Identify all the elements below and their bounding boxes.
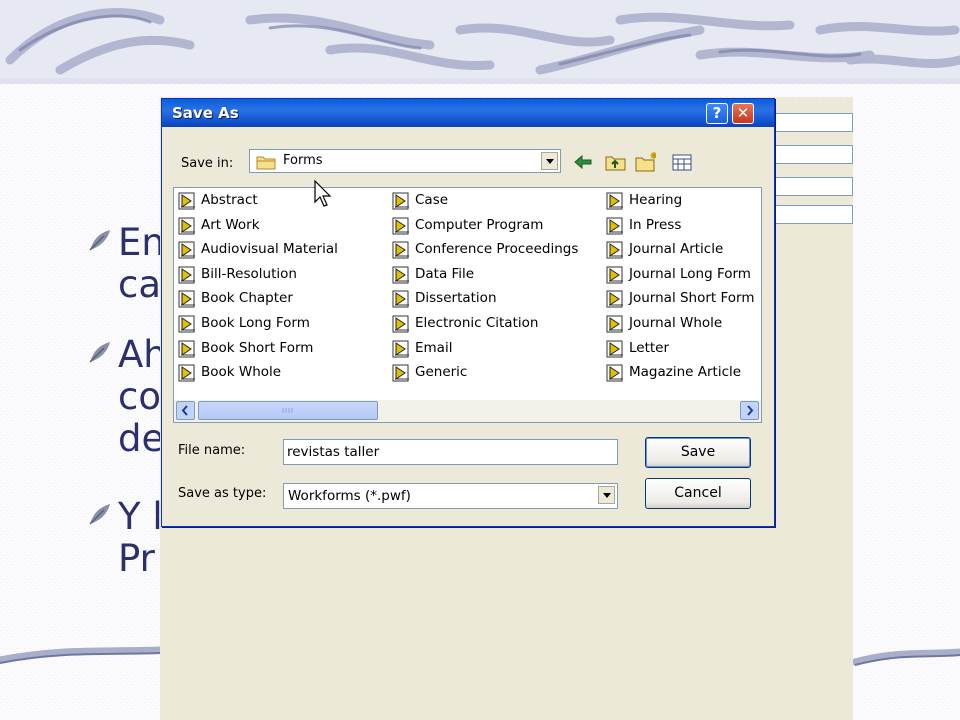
form-file-icon: [606, 217, 623, 235]
form-file-icon: [178, 192, 195, 210]
file-item-label: Letter: [629, 339, 670, 356]
file-item-label: Book Whole: [201, 364, 282, 381]
chevron-down-icon[interactable]: [598, 486, 615, 504]
file-item-label: Book Short Form: [201, 339, 314, 356]
form-file-icon: [392, 192, 409, 210]
file-item-label: Audiovisual Material: [201, 241, 338, 258]
cancel-button[interactable]: Cancel: [645, 478, 751, 509]
file-list[interactable]: Abstract Art Work Audiovisual Material Bill…: [173, 187, 762, 423]
file-name-input[interactable]: revistas taller: [283, 439, 618, 465]
save-as-dialog: Save As ? ✕ Save in: Forms Abstract Art W…: [161, 98, 775, 527]
file-name-label: File name:: [178, 443, 246, 458]
form-file-icon: [178, 266, 195, 284]
save-in-dropdown[interactable]: Forms: [249, 149, 561, 173]
file-item-label: Conference Proceedings: [415, 241, 579, 258]
file-item-label: Email: [415, 339, 453, 356]
folder-icon: [256, 156, 276, 170]
leaf-bullet-icon: [89, 230, 110, 251]
form-file-icon: [392, 290, 409, 308]
save-as-type-dropdown[interactable]: Workforms (*.pwf): [283, 483, 618, 509]
bullet-text: En ca: [118, 221, 165, 306]
view-menu-icon[interactable]: [671, 151, 693, 173]
form-file-icon: [392, 340, 409, 358]
help-button[interactable]: ?: [706, 103, 728, 124]
file-item-label: Magazine Article: [629, 364, 742, 381]
scroll-right-button[interactable]: [740, 401, 759, 420]
leaf-bullet-icon: [89, 504, 110, 525]
chevron-down-icon[interactable]: [541, 152, 558, 170]
close-button[interactable]: ✕: [732, 103, 754, 124]
form-file-icon: [606, 340, 623, 358]
form-file-icon: [392, 217, 409, 235]
up-folder-icon[interactable]: [604, 151, 626, 173]
form-file-icon: [606, 315, 623, 333]
file-item-label: Data File: [415, 265, 475, 282]
file-item-label: Journal Long Form: [629, 265, 751, 282]
form-file-icon: [606, 241, 623, 259]
horizontal-scrollbar[interactable]: [174, 400, 761, 422]
file-item-label: Case: [415, 192, 449, 208]
file-item-label: Dissertation: [415, 290, 497, 307]
form-file-icon: [178, 241, 195, 259]
file-item-label: Journal Article: [629, 241, 724, 258]
file-item-label: Journal Whole: [629, 315, 723, 331]
form-file-icon: [178, 217, 195, 235]
save-as-type-label: Save as type:: [178, 486, 267, 501]
file-item-label: Computer Program: [415, 216, 544, 233]
title-bar[interactable]: Save As ? ✕: [162, 99, 774, 127]
grip-icon: [282, 408, 293, 413]
form-file-icon: [392, 315, 409, 333]
save-as-type-value: Workforms (*.pwf): [288, 488, 411, 504]
back-icon[interactable]: [572, 151, 594, 173]
chevron-left-icon: [181, 405, 188, 416]
file-item-label: Journal Short Form: [629, 290, 755, 307]
save-button[interactable]: Save: [645, 437, 751, 468]
file-item-label: Art Work: [201, 216, 260, 233]
dialog-title: Save As: [172, 104, 239, 122]
new-folder-icon[interactable]: [634, 151, 656, 173]
file-item-label: Electronic Citation: [415, 315, 539, 331]
file-item-label: In Press: [629, 216, 682, 233]
file-item-label: Hearing: [629, 192, 683, 208]
leaf-bullet-icon: [89, 342, 110, 363]
form-file-icon: [178, 364, 195, 382]
chevron-right-icon: [747, 405, 754, 416]
bullet-text: Y l Pr: [118, 495, 163, 580]
file-item-label: Book Long Form: [201, 315, 310, 331]
file-item-label: Book Chapter: [201, 290, 293, 307]
mouse-cursor-icon: [314, 180, 332, 207]
save-in-label: Save in:: [181, 156, 234, 171]
background-fields: [773, 113, 853, 243]
form-file-icon: [392, 241, 409, 259]
file-item-label: Bill-Resolution: [201, 265, 297, 282]
save-in-value: Forms: [283, 153, 323, 168]
file-item-label: Generic: [415, 364, 468, 381]
form-file-icon: [606, 192, 623, 210]
form-file-icon: [178, 290, 195, 308]
form-file-icon: [606, 364, 623, 382]
form-file-icon: [392, 364, 409, 382]
scroll-left-button[interactable]: [176, 401, 195, 420]
form-file-icon: [606, 290, 623, 308]
form-file-icon: [606, 266, 623, 284]
form-file-icon: [392, 266, 409, 284]
file-name-value: revistas taller: [287, 444, 380, 460]
form-file-icon: [178, 340, 195, 358]
file-item-label: Abstract: [201, 192, 258, 208]
form-file-icon: [178, 315, 195, 333]
scroll-thumb[interactable]: [198, 401, 378, 420]
